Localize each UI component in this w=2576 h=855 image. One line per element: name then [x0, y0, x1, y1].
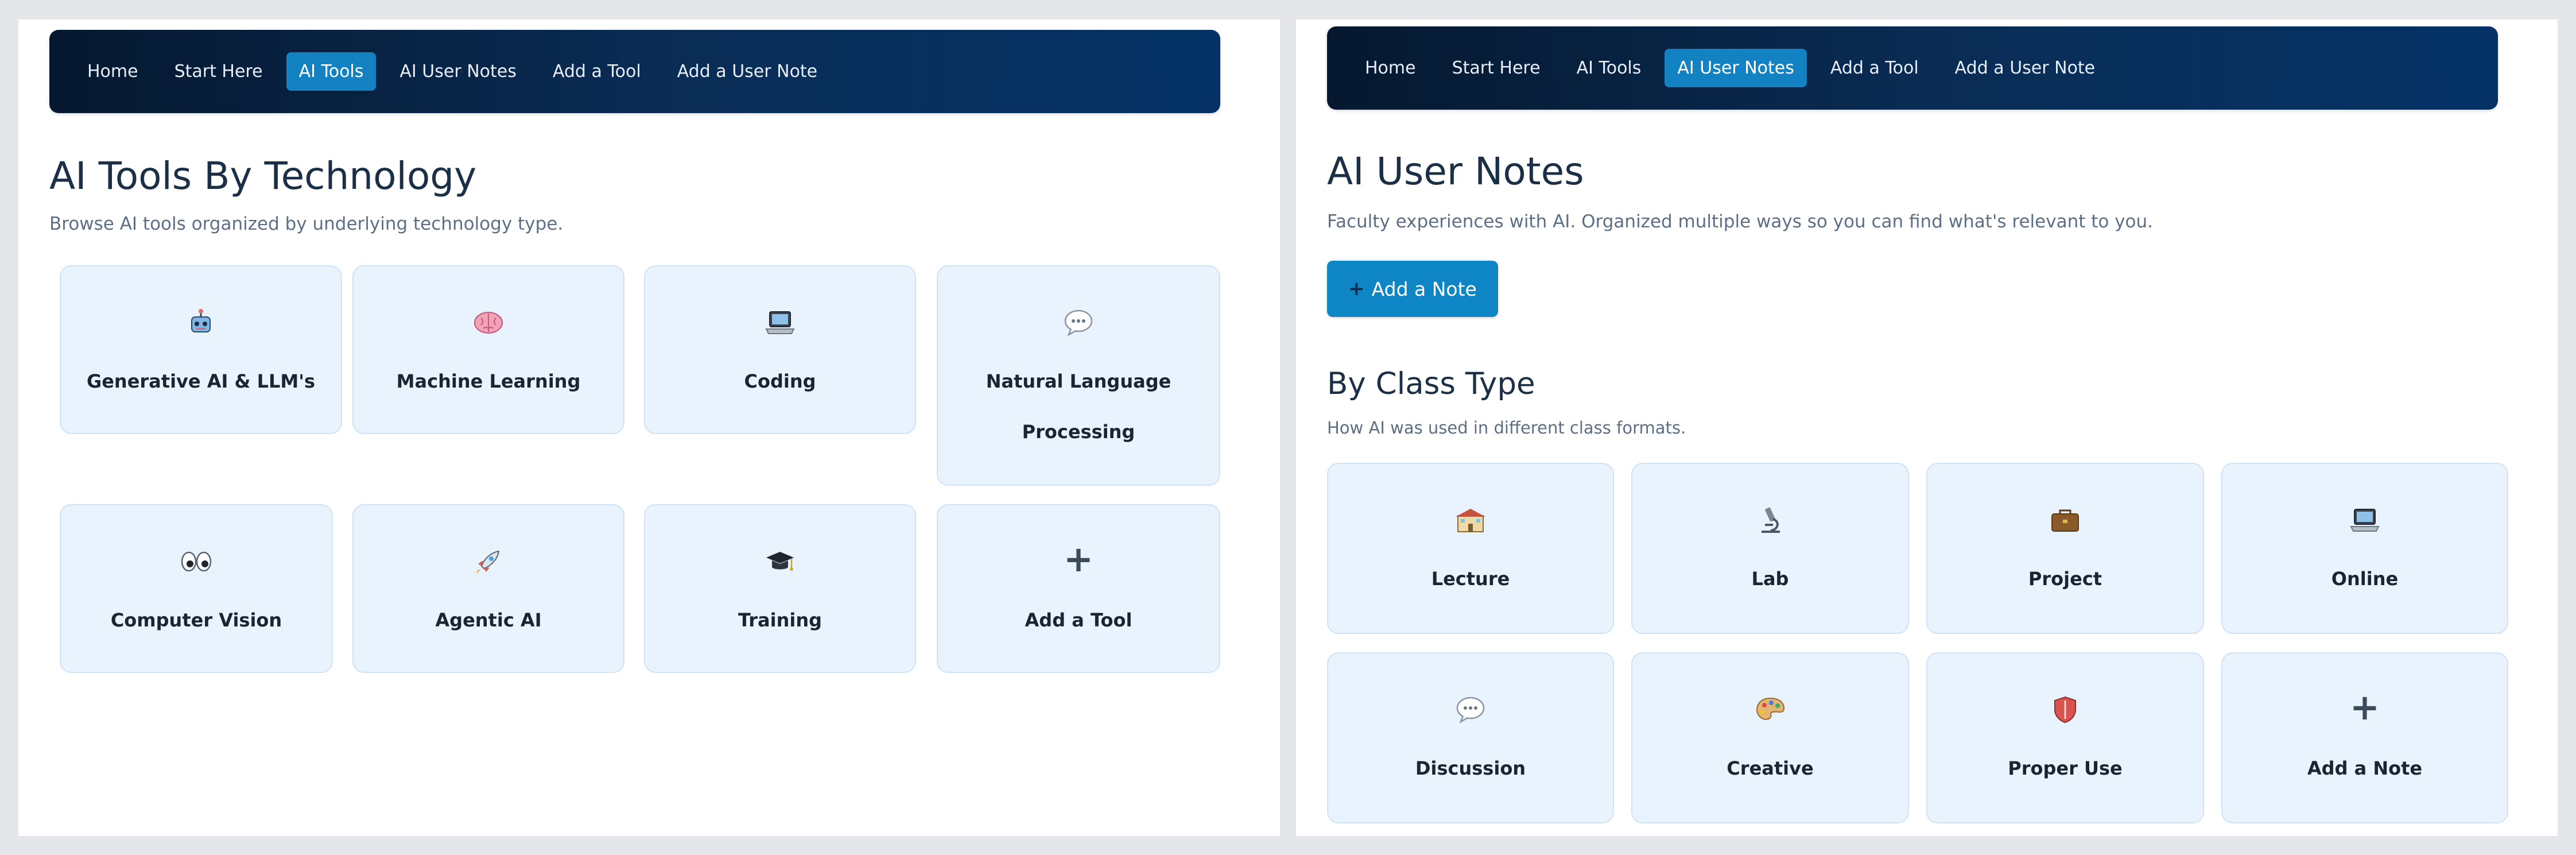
robot-icon: [61, 303, 341, 338]
card-project[interactable]: Project: [1926, 463, 2204, 634]
plus-icon: +: [1064, 538, 1093, 580]
nav-ai-user-notes[interactable]: AI User Notes: [1665, 49, 1807, 87]
card-generative-ai[interactable]: Generative AI & LLM's: [60, 265, 342, 434]
brain-icon: [354, 303, 623, 338]
nav-ai-tools[interactable]: AI Tools: [1564, 49, 1654, 87]
card-agentic-ai[interactable]: Agentic AI: [352, 504, 624, 673]
card-natural-language-processing[interactable]: Natural Language Processing: [937, 265, 1220, 486]
add-note-button[interactable]: + Add a Note: [1327, 261, 1498, 317]
rocket-icon: [354, 542, 623, 577]
nav-ai-tools[interactable]: AI Tools: [286, 52, 377, 91]
card-proper-use[interactable]: Proper Use: [1926, 652, 2204, 823]
nav-start-here[interactable]: Start Here: [1440, 49, 1553, 87]
ai-user-notes-page: Home Start Here AI Tools AI User Notes A…: [1296, 20, 2558, 836]
plus-icon: +: [2350, 686, 2380, 728]
card-label: Lecture: [1431, 568, 1510, 590]
card-label: Generative AI & LLM's: [86, 370, 316, 392]
top-navigation: Home Start Here AI Tools AI User Notes A…: [1327, 26, 2498, 110]
card-add-a-note[interactable]: + Add a Note: [2221, 652, 2508, 823]
plus-icon: +: [1348, 277, 1365, 300]
page-title: AI User Notes: [1327, 149, 1584, 194]
card-coding[interactable]: Coding: [644, 265, 916, 434]
laptop-icon: [645, 303, 915, 338]
nav-start-here[interactable]: Start Here: [162, 52, 276, 91]
card-computer-vision[interactable]: Computer Vision: [60, 504, 333, 673]
card-label: Agentic AI: [435, 609, 542, 631]
palette-icon: [1632, 690, 1908, 725]
laptop-icon: [2222, 501, 2507, 535]
briefcase-icon: [1927, 501, 2203, 535]
section-title: By Class Type: [1327, 366, 1535, 401]
card-discussion[interactable]: Discussion: [1327, 652, 1614, 823]
page-subtitle: Faculty experiences with AI. Organized m…: [1327, 211, 2154, 232]
eyes-icon: [61, 542, 332, 577]
card-creative[interactable]: Creative: [1631, 652, 1909, 823]
card-label: Computer Vision: [110, 609, 282, 631]
card-online[interactable]: Online: [2221, 463, 2508, 634]
shield-icon: [1927, 690, 2203, 725]
school-building-icon: [1328, 501, 1613, 535]
card-label: Natural Language Processing: [986, 370, 1171, 443]
microscope-icon: [1632, 501, 1908, 535]
card-label: Online: [2331, 568, 2399, 590]
card-label: Machine Learning: [396, 370, 581, 392]
nav-add-a-tool[interactable]: Add a Tool: [540, 52, 654, 91]
nav-add-a-tool[interactable]: Add a Tool: [1818, 49, 1931, 87]
speech-bubble-icon: [1328, 690, 1613, 725]
card-add-a-tool[interactable]: + Add a Tool: [937, 504, 1220, 673]
card-training[interactable]: Training: [644, 504, 916, 673]
card-label: Lab: [1751, 568, 1789, 590]
card-label: Training: [738, 609, 823, 631]
card-machine-learning[interactable]: Machine Learning: [352, 265, 624, 434]
card-label: Creative: [1727, 757, 1814, 779]
card-lecture[interactable]: Lecture: [1327, 463, 1614, 634]
page-subtitle: Browse AI tools organized by underlying …: [49, 214, 564, 234]
nav-ai-user-notes[interactable]: AI User Notes: [387, 52, 529, 91]
card-label: Add a Tool: [1025, 609, 1132, 631]
card-lab[interactable]: Lab: [1631, 463, 1909, 634]
card-label: Proper Use: [2008, 757, 2123, 779]
nav-home[interactable]: Home: [75, 52, 151, 91]
speech-bubble-icon: [938, 303, 1219, 338]
card-label: Coding: [744, 370, 816, 392]
ai-tools-page: Home Start Here AI Tools AI User Notes A…: [18, 20, 1280, 836]
nav-add-a-user-note[interactable]: Add a User Note: [665, 52, 830, 91]
graduation-cap-icon: [645, 542, 915, 577]
nav-home[interactable]: Home: [1352, 49, 1429, 87]
section-subtitle: How AI was used in different class forma…: [1327, 418, 1686, 438]
page-title: AI Tools By Technology: [49, 154, 477, 198]
top-navigation: Home Start Here AI Tools AI User Notes A…: [49, 30, 1220, 113]
nav-add-a-user-note[interactable]: Add a User Note: [1942, 49, 2108, 87]
card-label: Add a Note: [2307, 757, 2423, 779]
card-label: Discussion: [1415, 757, 1526, 779]
add-note-label: Add a Note: [1371, 277, 1477, 300]
card-label: Project: [2028, 568, 2102, 590]
